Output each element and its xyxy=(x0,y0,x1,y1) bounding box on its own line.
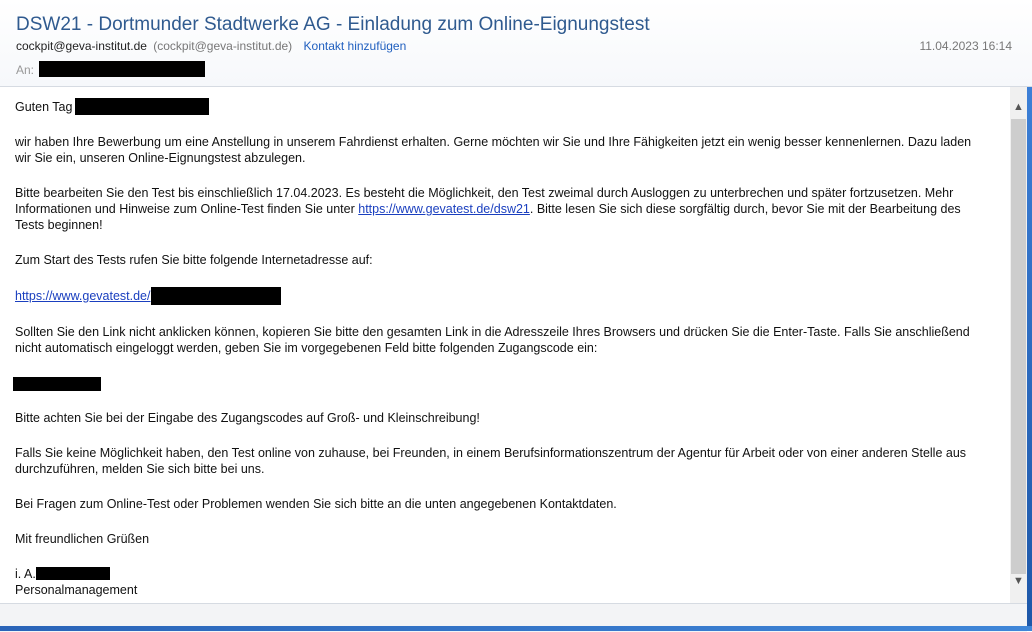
link-token-redacted xyxy=(150,287,281,305)
paragraph-alternatives: Falls Sie keine Möglichkeit haben, den T… xyxy=(15,446,967,476)
scroll-thumb[interactable] xyxy=(1011,119,1026,574)
sender-email[interactable]: cockpit@geva-institut.de xyxy=(16,39,147,53)
recipient-row: An: xyxy=(16,61,206,77)
signature-block: i. A. Personalmanagement xyxy=(15,566,990,598)
sender-row: cockpit@geva-institut.de (cockpit@geva-i… xyxy=(16,39,406,53)
recipient-redacted xyxy=(39,61,206,77)
vertical-scrollbar[interactable]: ▲ ▼ xyxy=(1010,87,1027,603)
paragraph-invitation: wir haben Ihre Bewerbung um eine Anstell… xyxy=(15,135,972,165)
start-link-line: https://www.gevatest.de/ xyxy=(15,287,990,305)
paragraph-contact: Bei Fragen zum Online-Test oder Probleme… xyxy=(15,497,617,511)
greeting-line: Guten Tag xyxy=(15,98,990,115)
access-code-redacted xyxy=(13,376,101,391)
email-header: DSW21 - Dortmunder Stadtwerke AG - Einla… xyxy=(0,0,1032,87)
greeting-text: Guten Tag xyxy=(15,100,73,114)
info-link[interactable]: https://www.gevatest.de/dsw21 xyxy=(358,202,530,216)
access-code-line xyxy=(13,375,990,391)
email-body[interactable]: Guten Tag wir haben Ihre Bewerbung um ei… xyxy=(4,87,1010,603)
signature-prefix: i. A. xyxy=(15,567,36,581)
email-subject: DSW21 - Dortmunder Stadtwerke AG - Einla… xyxy=(16,14,650,35)
recipient-name-redacted xyxy=(75,98,210,115)
signature-name-redacted xyxy=(35,567,110,580)
signature-department: Personalmanagement xyxy=(15,583,138,597)
signature-name-line: i. A. xyxy=(15,566,990,582)
paragraph-case-sensitive: Bitte achten Sie bei der Eingabe des Zug… xyxy=(15,411,480,425)
paragraph-copy-link: Sollten Sie den Link nicht anklicken kön… xyxy=(15,325,970,355)
scroll-up-icon[interactable]: ▲ xyxy=(1010,98,1027,115)
paragraph-deadline: Bitte bearbeiten Sie den Test bis einsch… xyxy=(15,185,990,233)
window-edge-strip xyxy=(1027,87,1032,631)
scroll-down-icon[interactable]: ▼ xyxy=(1010,572,1027,589)
paragraph-start-instructions: Zum Start des Tests rufen Sie bitte folg… xyxy=(15,253,373,267)
email-date: 11.04.2023 16:14 xyxy=(919,39,1012,53)
add-contact-link[interactable]: Kontakt hinzufügen xyxy=(304,39,407,53)
taskbar-edge xyxy=(0,626,1032,631)
recipient-label: An: xyxy=(16,63,35,77)
sender-detail: (cockpit@geva-institut.de) xyxy=(153,39,293,53)
test-start-link[interactable]: https://www.gevatest.de/ xyxy=(15,289,151,303)
closing-line: Mit freundlichen Grüßen xyxy=(15,532,150,546)
email-content: Guten Tag wir haben Ihre Bewerbung um ei… xyxy=(4,87,990,598)
